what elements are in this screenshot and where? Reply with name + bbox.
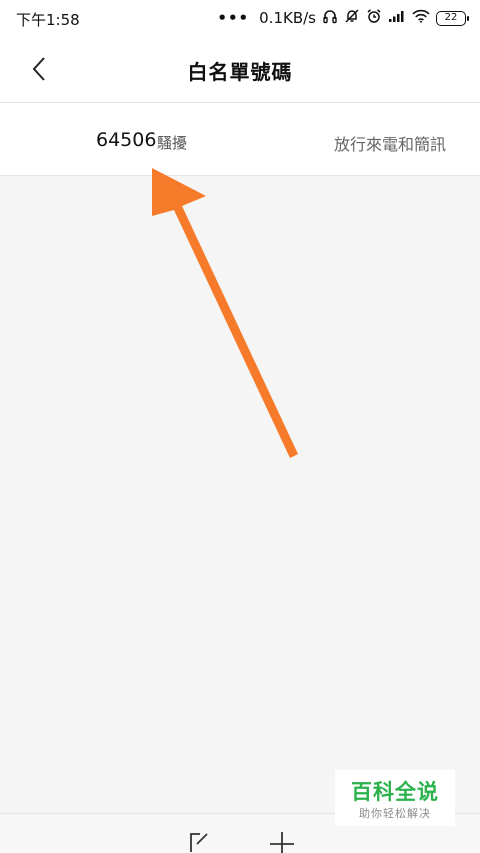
silent-bell-icon — [344, 8, 360, 28]
page-title: 白名單號碼 — [187, 60, 293, 84]
watermark-subtitle: 助你轻松解决 — [359, 807, 431, 820]
arrow-shape — [152, 168, 298, 458]
battery-icon: 22 — [436, 10, 469, 26]
item-divider — [0, 175, 480, 176]
add-button[interactable] — [267, 830, 297, 853]
allow-calls-sms-label[interactable]: 放行來電和簡訊 — [334, 131, 446, 155]
notification-dots: ••• — [217, 9, 250, 27]
whitelist-item[interactable]: 64506 騷擾 放行來電和簡訊 — [0, 103, 480, 175]
status-time: 下午1:58 — [16, 11, 80, 29]
wifi-icon — [412, 9, 430, 27]
edit-button[interactable] — [184, 830, 214, 853]
network-speed: 0.1KB/s — [259, 9, 316, 27]
edit-icon — [190, 833, 208, 852]
watermark-logo: 百科全说 助你轻松解决 — [335, 770, 455, 826]
phone-number: 64506 — [96, 129, 157, 151]
headphones-icon — [322, 8, 338, 28]
status-icons: ••• 0.1KB/s 22 — [217, 7, 469, 29]
signal-icon — [388, 9, 406, 27]
watermark-title: 百科全说 — [351, 780, 439, 804]
battery-level: 22 — [444, 12, 458, 23]
status-bar: 下午1:58 ••• 0.1KB/s 22 — [0, 0, 480, 36]
alarm-icon — [366, 8, 382, 28]
add-icon — [270, 832, 294, 853]
title-bar: 白名單號碼 — [0, 36, 480, 102]
number-tag: 騷擾 — [157, 134, 188, 152]
